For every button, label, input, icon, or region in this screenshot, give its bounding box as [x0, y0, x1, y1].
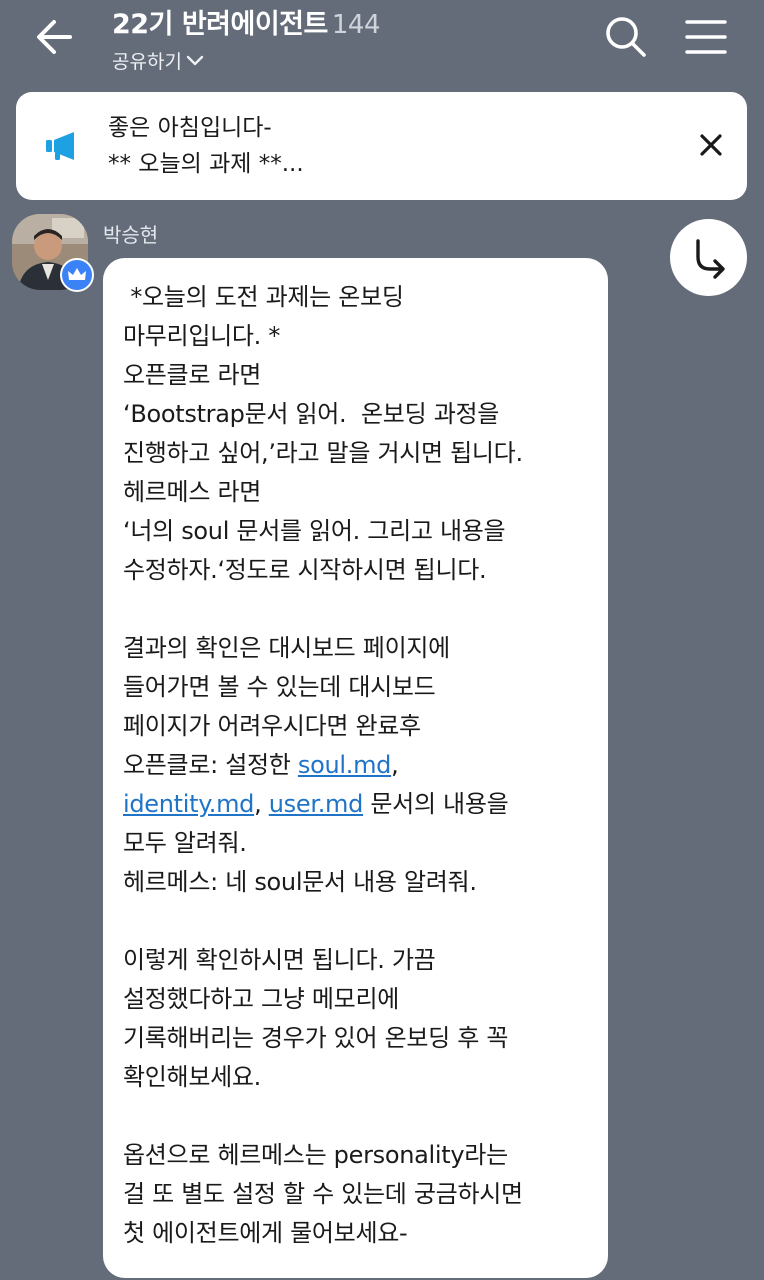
message-line: ‘너의 soul 문서를 읽어. 그리고 내용을	[123, 517, 506, 545]
message-line: 헤르메스 라면	[123, 478, 262, 506]
notice-banner[interactable]: 좋은 아침입니다- ** 오늘의 과제 **...	[16, 92, 747, 200]
share-forward-icon	[696, 239, 725, 279]
user-md-link[interactable]: user.md	[269, 790, 364, 818]
identity-md-link[interactable]: identity.md	[123, 790, 254, 818]
admin-badge	[60, 258, 94, 292]
message-line: 결과의 확인은 대시보드 페이지에	[123, 634, 450, 662]
message-line-links-2: identity.md, user.md 문서의 내용을	[123, 785, 598, 824]
message-line	[123, 590, 598, 629]
message-line-links-1: 오픈클로: 설정한 soul.md,	[123, 746, 598, 785]
notice-close-button[interactable]	[694, 128, 728, 162]
message-line: 마무리입니다. *	[123, 322, 281, 350]
search-button[interactable]	[602, 12, 650, 60]
openclaw-prefix: 오픈클로: 설정한	[123, 751, 298, 779]
notice-text: 좋은 아침입니다- ** 오늘의 과제 **...	[108, 110, 304, 182]
message-line	[123, 902, 598, 941]
soul-md-link[interactable]: soul.md	[298, 751, 392, 779]
share-forward-button[interactable]	[670, 219, 747, 296]
share-dropdown[interactable]: 공유하기	[112, 47, 380, 74]
notice-line-1: 좋은 아침입니다-	[108, 115, 272, 141]
message-bubble[interactable]: *오늘의 도전 과제는 온보딩 마무리입니다. * 오픈클로 라면 ‘Boots…	[103, 258, 608, 1278]
hamburger-menu-icon	[685, 20, 727, 54]
message-line: *오늘의 도전 과제는 온보딩	[123, 283, 404, 311]
close-icon	[700, 134, 722, 156]
docs-suffix: 문서의 내용을	[363, 790, 509, 818]
message-line: 설정했다하고 그냥 메모리에	[123, 985, 400, 1013]
chat-title-area[interactable]: 22기 반려에이전트 144 공유하기	[112, 2, 381, 74]
message-line: 기록해버리는 경우가 있어 온보딩 후 꼭	[123, 1024, 509, 1052]
chat-screen: 22기 반려에이전트 144 공유하기 좋은 아침입니다- ** 오늘의 과제 …	[0, 0, 764, 1280]
back-button[interactable]	[30, 14, 82, 60]
notice-line-2: ** 오늘의 과제 **...	[108, 151, 304, 177]
chat-title: 22기 반려에이전트 144	[112, 2, 381, 41]
search-icon	[606, 17, 646, 57]
member-count: 144	[331, 10, 381, 40]
message-line: 모두 알려줘.	[123, 829, 247, 857]
message-line: 이렇게 확인하시면 됩니다. 가끔	[123, 946, 436, 974]
chat-header: 22기 반려에이전트 144 공유하기	[0, 0, 764, 86]
message-line: 들어가면 볼 수 있는데 대시보드	[123, 673, 436, 701]
message-line: 확인해보세요.	[123, 1063, 262, 1091]
message-line: 오픈클로 라면	[123, 361, 262, 389]
chat-room-name: 22기 반려에이전트	[112, 9, 328, 40]
message-line: 수정하자.‘정도로 시작하시면 됩니다.	[123, 556, 487, 584]
comma: ,	[254, 790, 269, 818]
message-line: 걸 또 별도 설정 할 수 있는데 궁금하시면	[123, 1180, 523, 1208]
share-label: 공유하기	[112, 51, 182, 73]
message-line: 진행하고 싶어,’라고 말을 거시면 됩니다.	[123, 439, 523, 467]
chevron-down-icon	[186, 55, 204, 65]
sender-name: 박승현	[103, 223, 159, 247]
message-line: ‘Bootstrap문서 읽어. 온보딩 과정을	[123, 400, 500, 428]
message-line: 헤르메스: 네 soul문서 내용 알려줘.	[123, 868, 477, 896]
crown-icon	[68, 268, 86, 280]
megaphone-icon	[46, 132, 74, 160]
comma: ,	[391, 751, 399, 779]
message-line: 첫 에이전트에게 물어보세요-	[123, 1219, 408, 1247]
message-line	[123, 1097, 598, 1136]
message-line: 페이지가 어려우시다면 완료후	[123, 712, 421, 740]
arrow-left-icon	[37, 20, 72, 54]
message-line: 옵션으로 헤르메스는 personality라는	[123, 1141, 508, 1169]
menu-button[interactable]	[682, 14, 730, 60]
